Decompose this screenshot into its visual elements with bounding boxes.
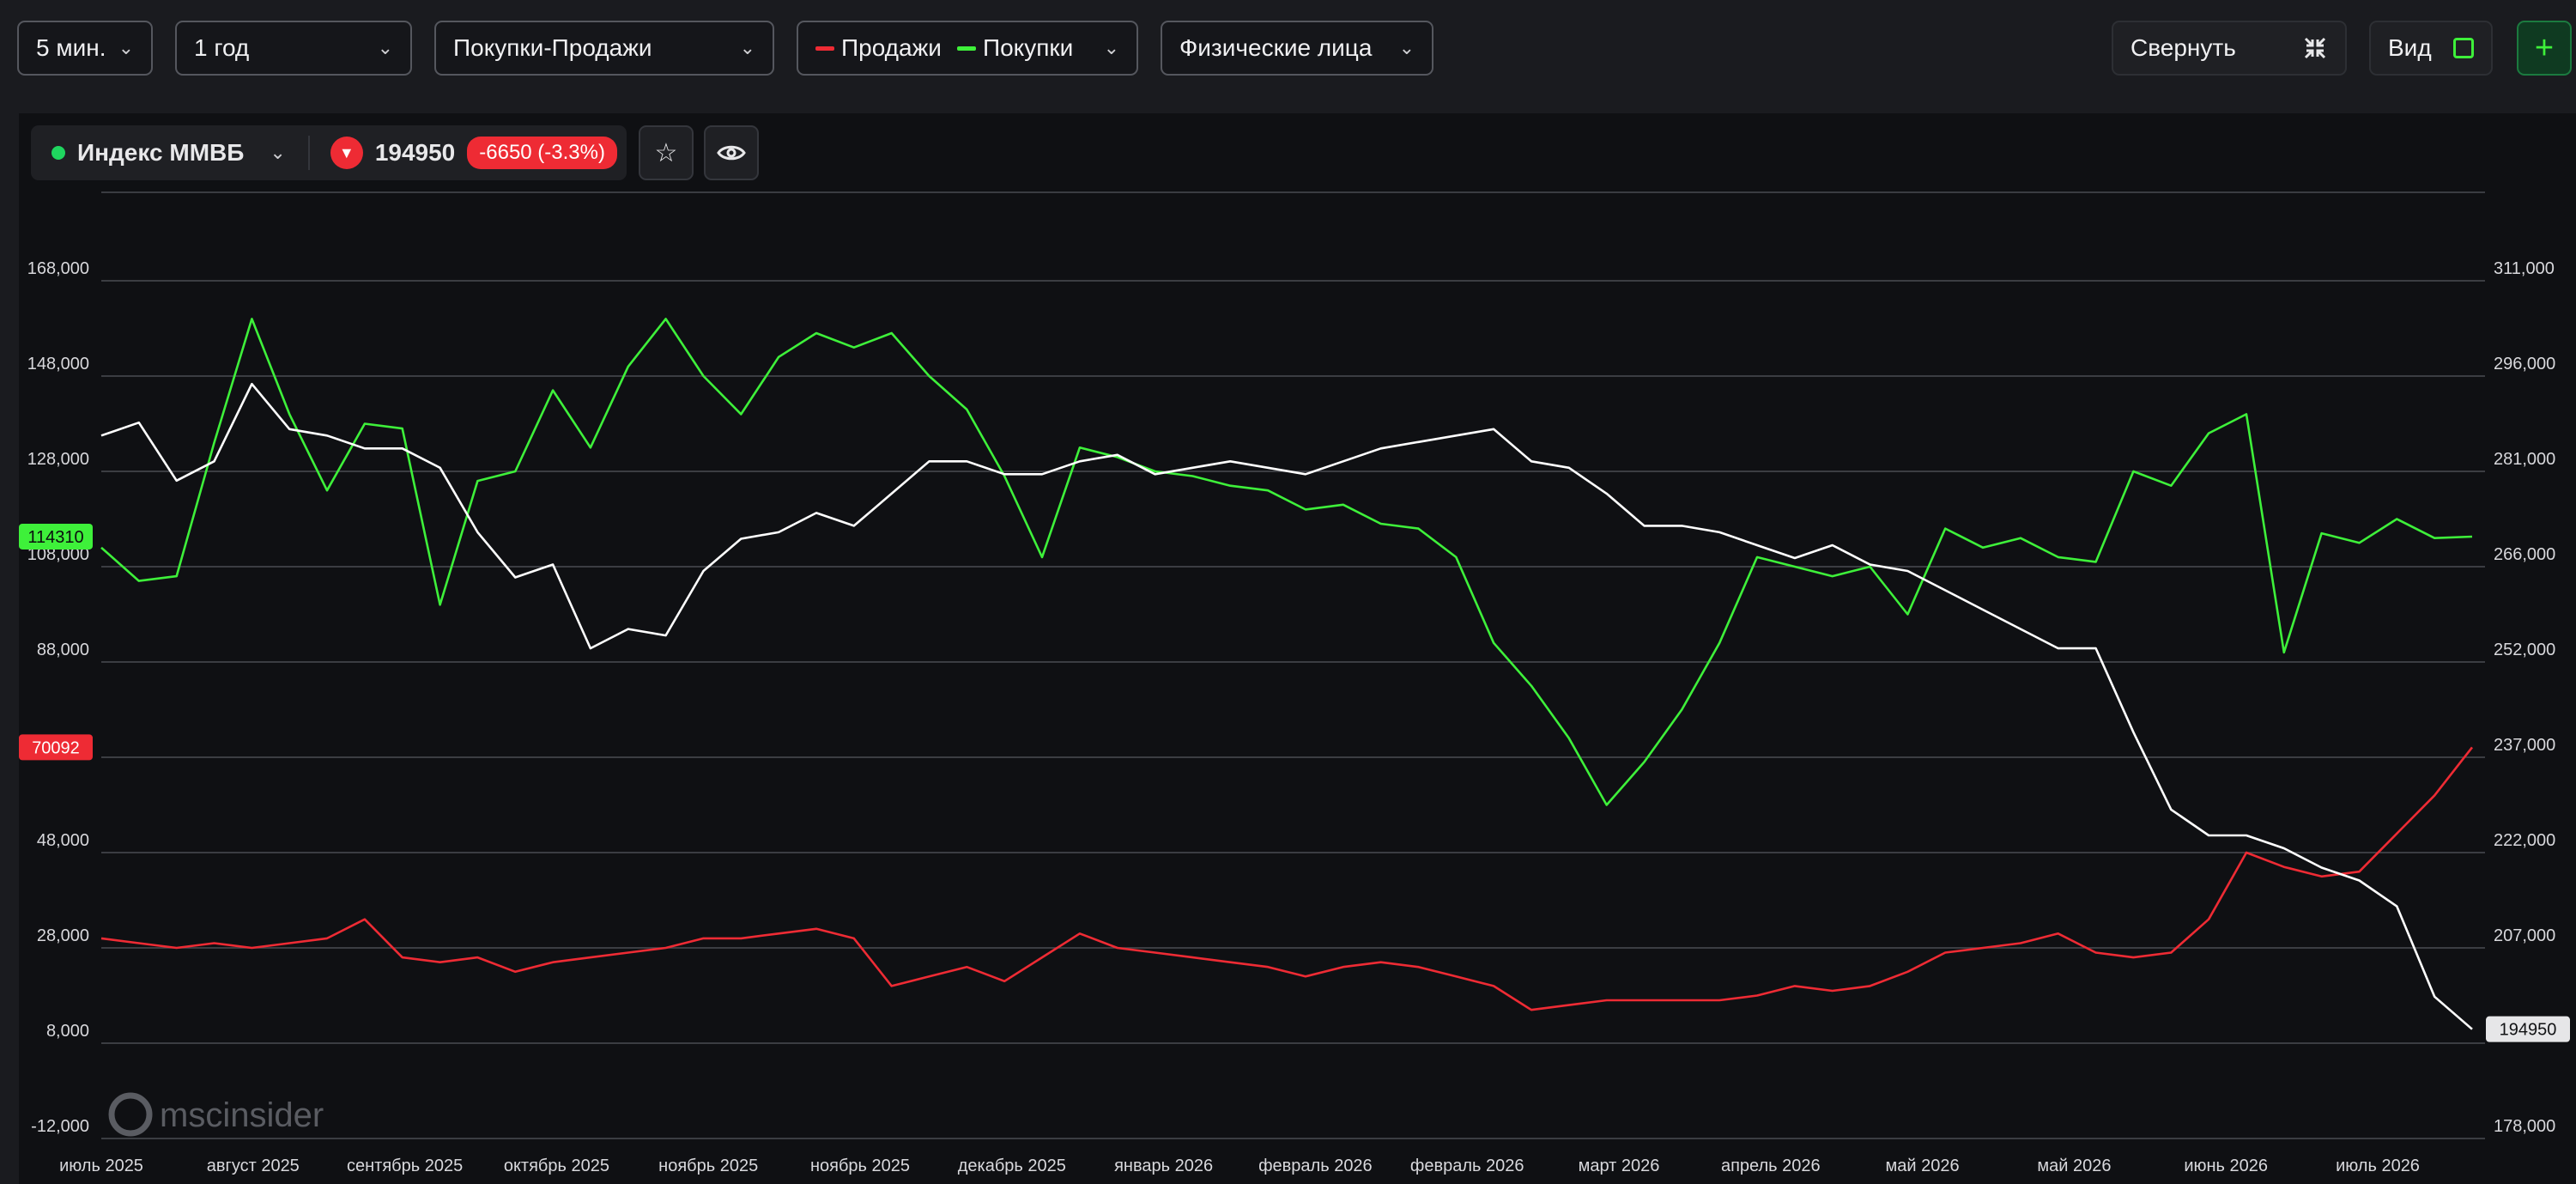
right-tick-label: 252,000 <box>2494 641 2555 659</box>
down-arrow-icon: ▼ <box>330 137 363 169</box>
x-tick-label: декабрь 2025 <box>958 1157 1066 1175</box>
right-tick-label: 222,000 <box>2494 831 2555 850</box>
right-tick-label: 266,000 <box>2494 545 2555 564</box>
left-tick-label: 168,000 <box>27 259 89 278</box>
left-tick-label: 88,000 <box>37 641 89 659</box>
x-tick-label: июль 2026 <box>2336 1157 2420 1175</box>
x-tick-label: ноябрь 2025 <box>658 1157 758 1175</box>
eye-icon <box>717 143 746 162</box>
x-tick-label: июнь 2026 <box>2184 1157 2268 1175</box>
x-tick-label: ноябрь 2025 <box>810 1157 910 1175</box>
watermark-logo-icon <box>108 1092 153 1137</box>
sales-last-value: 70092 <box>32 738 80 757</box>
x-tick-label: май 2026 <box>2037 1157 2111 1175</box>
right-tick-label: 296,000 <box>2494 355 2555 373</box>
status-dot <box>52 146 65 160</box>
x-tick-label: июль 2025 <box>59 1157 143 1175</box>
right-tick-label: 311,000 <box>2494 259 2555 278</box>
x-tick-label: сентябрь 2025 <box>347 1157 463 1175</box>
left-tick-label: 148,000 <box>27 355 89 373</box>
right-tick-label: 178,000 <box>2494 1117 2555 1136</box>
ticker-name[interactable]: Индекс ММВБ <box>77 139 244 167</box>
right-tick-label: 281,000 <box>2494 450 2555 469</box>
series-line-index <box>100 382 2473 1030</box>
watermark-text: mscinsider <box>160 1096 324 1134</box>
x-tick-label: май 2026 <box>1886 1157 1960 1175</box>
x-tick-label: апрель 2026 <box>1721 1157 1821 1175</box>
left-tick-label: 28,000 <box>37 926 89 945</box>
x-tick-label: август 2025 <box>207 1157 300 1175</box>
x-tick-label: март 2026 <box>1579 1157 1660 1175</box>
chevron-down-icon[interactable]: ⌄ <box>270 142 285 164</box>
change-badge: -6650 (-3.3%) <box>467 137 617 169</box>
ticker-panel: Индекс ММВБ ⌄ ▼ 194950 -6650 (-3.3%) <box>31 125 627 180</box>
right-tick-label: 207,000 <box>2494 926 2555 945</box>
left-tick-label: 128,000 <box>27 450 89 469</box>
x-tick-label: февраль 2026 <box>1258 1157 1373 1175</box>
series-line-sales <box>100 746 2474 1011</box>
buys-last-value: 114310 <box>27 528 83 547</box>
favorite-button[interactable]: ☆ <box>639 125 694 180</box>
left-tick-label: -12,000 <box>31 1117 89 1136</box>
index-last-value: 194950 <box>2500 1021 2557 1040</box>
x-tick-label: январь 2026 <box>1114 1157 1213 1175</box>
star-icon: ☆ <box>654 138 678 167</box>
ticker-price: 194950 <box>374 139 456 166</box>
x-tick-label: февраль 2026 <box>1410 1157 1524 1175</box>
left-tick-label: 8,000 <box>46 1022 89 1041</box>
left-tick-label: 48,000 <box>37 831 89 850</box>
series-line-buys <box>100 318 2473 806</box>
divider <box>307 136 310 170</box>
right-tick-label: 237,000 <box>2494 736 2555 755</box>
watch-button[interactable] <box>704 125 759 180</box>
x-tick-label: октябрь 2025 <box>504 1157 609 1175</box>
